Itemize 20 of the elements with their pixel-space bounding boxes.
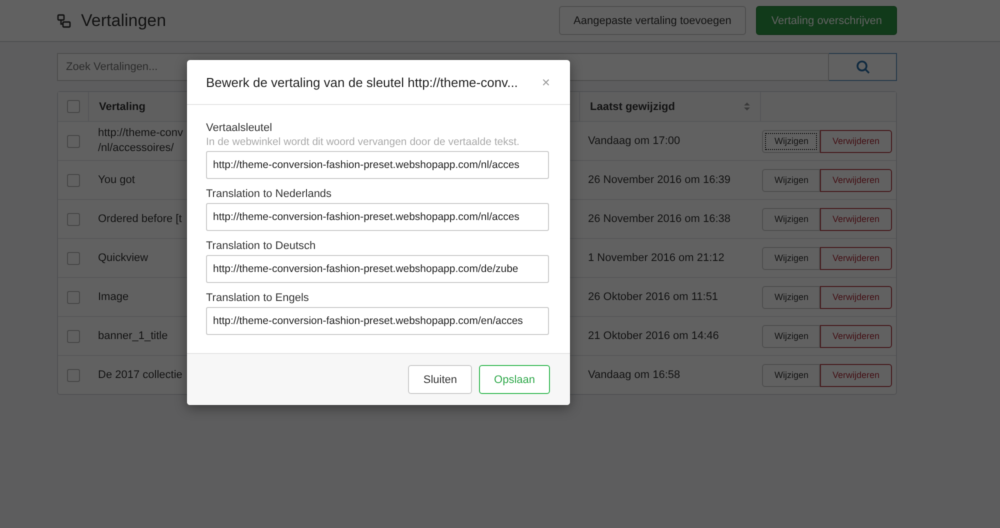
translation-key: banner_1_title bbox=[98, 328, 168, 344]
modified-date: 1 November 2016 om 21:12 bbox=[588, 250, 724, 266]
field-label: Translation to Engels bbox=[206, 292, 310, 304]
translation-key: De 2017 collectie bbox=[98, 368, 182, 382]
field-label: Translation to Nederlands bbox=[206, 188, 333, 200]
translation-key: Ordered before [t bbox=[98, 212, 182, 226]
modified-date: 26 Oktober 2016 om 11:51 bbox=[588, 290, 718, 304]
translation-key: http://theme-conv /nl/accessoires/ bbox=[98, 126, 183, 156]
help-text: In de webwinkel wordt dit woord vervangen door de vertaalde tekst. bbox=[206, 136, 520, 148]
field-label: Translation to Deutsch bbox=[206, 240, 317, 252]
modified-date: 26 November 2016 om 16:39 bbox=[588, 172, 730, 188]
translation-key: You got bbox=[98, 172, 135, 188]
modified-date: Vandaag om 16:58 bbox=[588, 368, 680, 382]
page-title: Vertalingen bbox=[81, 10, 166, 30]
translation-key: Image bbox=[98, 290, 129, 304]
modified-date: Vandaag om 17:00 bbox=[588, 134, 680, 148]
modified-date: 21 Oktober 2016 om 14:46 bbox=[588, 328, 719, 344]
modified-date: 26 November 2016 om 16:38 bbox=[588, 212, 730, 226]
field-label: Vertaalsleutel bbox=[206, 122, 274, 134]
translation-key: Quickview bbox=[98, 250, 148, 266]
